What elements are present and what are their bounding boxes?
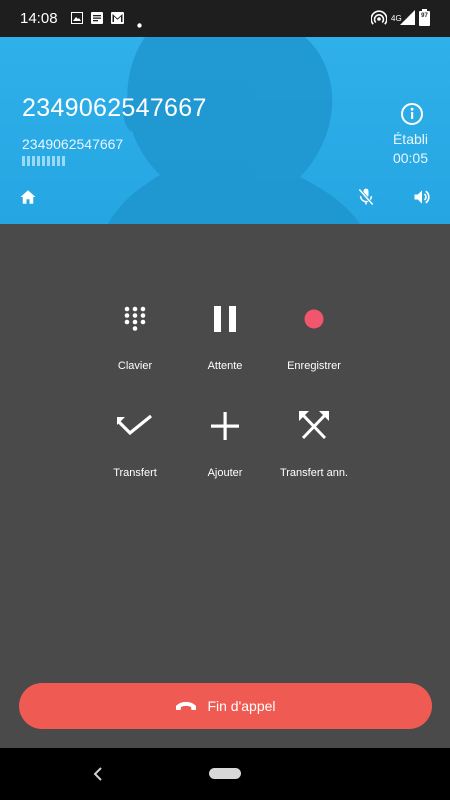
caller-sub-number: 2349062547667 xyxy=(22,136,124,152)
battery-level: 97 xyxy=(421,13,428,19)
attended-transfer-label: Transfert ann. xyxy=(279,467,349,479)
audio-quality-bars-icon xyxy=(22,156,65,166)
dialpad-icon xyxy=(124,306,146,331)
record-dot-icon xyxy=(304,309,324,329)
call-timer: 00:05 xyxy=(392,150,428,166)
more-notifications-icon xyxy=(137,15,142,33)
call-status: Établi xyxy=(392,131,428,147)
cell-signal-icon xyxy=(400,10,415,30)
speaker-button[interactable] xyxy=(405,180,439,214)
home-icon xyxy=(20,190,36,204)
end-call-label: Fin d'appel xyxy=(207,698,276,714)
caller-number: 2349062547667 xyxy=(22,94,207,122)
navigation-bar xyxy=(0,748,450,800)
speaker-icon xyxy=(414,190,430,204)
record-label: Enregistrer xyxy=(287,360,341,372)
mic-off-icon xyxy=(358,188,374,206)
home-button[interactable] xyxy=(11,180,45,214)
gmail-notification-icon xyxy=(111,11,124,29)
transfer-icon xyxy=(117,414,153,436)
end-call-button[interactable]: Fin d'appel xyxy=(19,683,432,729)
call-controls: Clavier Attente Enregistrer Transfert Aj… xyxy=(0,224,450,748)
attended-transfer-icon xyxy=(299,411,329,440)
message-notification-icon xyxy=(91,11,103,29)
status-time: 14:08 xyxy=(20,10,58,27)
info-icon[interactable] xyxy=(400,102,424,131)
status-bar: 14:08 4G 97 xyxy=(0,0,450,37)
record-button[interactable]: Enregistrer xyxy=(259,295,369,372)
mute-button[interactable] xyxy=(349,180,383,214)
call-header: 2349062547667 2349062547667 Établi 00:05 xyxy=(0,37,450,224)
hang-up-icon xyxy=(176,701,197,710)
plus-icon xyxy=(211,412,239,440)
back-icon[interactable] xyxy=(88,764,108,784)
home-pill-button[interactable] xyxy=(209,768,241,779)
attended-transfer-button[interactable]: Transfert ann. xyxy=(259,402,369,479)
hotspot-icon xyxy=(370,10,388,30)
image-notification-icon xyxy=(71,11,83,29)
pause-icon xyxy=(214,306,236,332)
